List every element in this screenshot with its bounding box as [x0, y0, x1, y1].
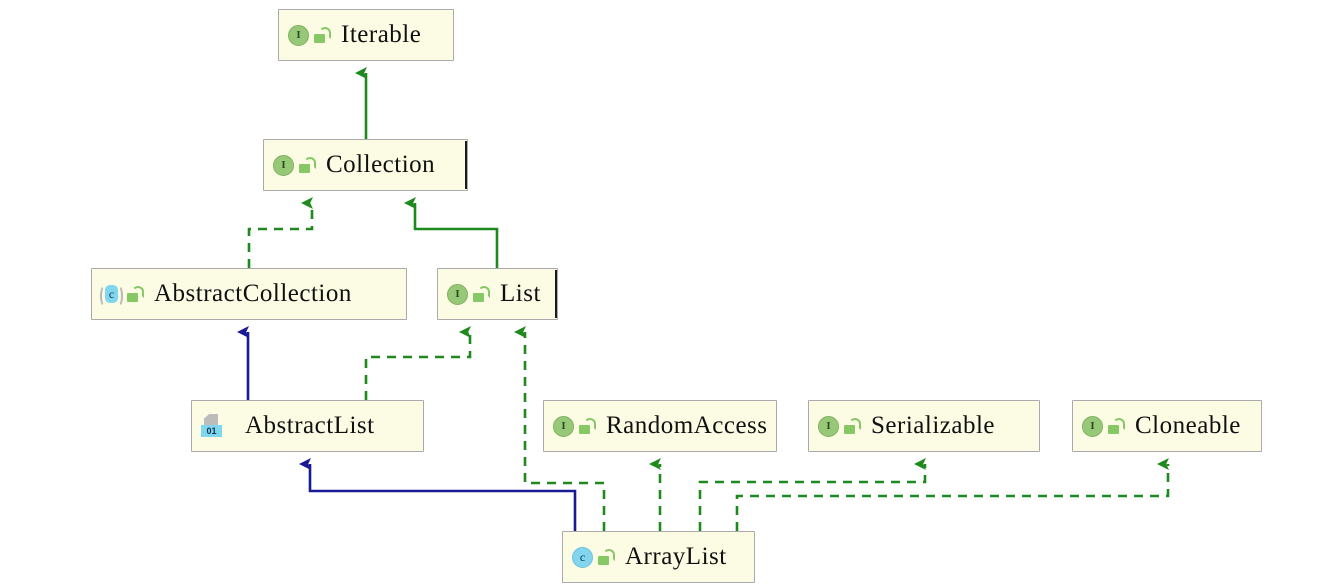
edge-arraylist-to-serializable [698, 458, 927, 531]
node-label: List [500, 279, 541, 307]
serializable-icon-group [818, 415, 861, 437]
unlocked-padlock-icon [579, 417, 596, 435]
interface-icon [553, 415, 574, 437]
node-collection[interactable]: Collection [263, 139, 468, 191]
node-serializable[interactable]: Serializable [808, 400, 1040, 452]
node-label: Cloneable [1135, 411, 1241, 439]
unlocked-padlock-icon [844, 417, 861, 435]
node-label: ArrayList [625, 542, 727, 570]
text-caret [465, 141, 467, 189]
iterable-icon-group [288, 24, 331, 46]
node-label: AbstractList [245, 411, 375, 439]
node-label: Collection [326, 150, 436, 178]
text-caret [555, 270, 557, 318]
node-cloneable[interactable]: Cloneable [1072, 400, 1262, 452]
node-random-access[interactable]: RandomAccess [543, 400, 777, 452]
node-label: RandomAccess [606, 411, 768, 439]
edge-abstractcollection-to-collection [247, 197, 314, 268]
unlocked-padlock-icon [473, 285, 490, 303]
uml-class-diagram-canvas: Iterable --> Collection --> Collection -… [0, 0, 1334, 588]
abstract-collection-icon-group [100, 284, 144, 307]
cloneable-icon-group [1082, 415, 1125, 437]
edge-list-to-collection [404, 197, 499, 268]
interface-icon [818, 415, 839, 437]
abstract-class-icon [100, 284, 123, 307]
edge-abstractlist-to-list [364, 326, 472, 400]
collection-icon-group [273, 154, 316, 176]
random-access-icon-group [553, 415, 596, 437]
unlocked-padlock-icon [1108, 417, 1125, 435]
node-label: Serializable [871, 411, 995, 439]
interface-icon [447, 283, 468, 305]
interface-icon [288, 24, 309, 46]
interface-icon [1082, 415, 1103, 437]
node-label: Iterable [341, 20, 422, 48]
unlocked-padlock-icon [314, 26, 331, 44]
node-abstract-collection[interactable]: AbstractCollection [91, 268, 407, 320]
node-list[interactable]: List [437, 268, 558, 320]
interface-icon [273, 154, 294, 176]
abstract-list-icon-group [201, 414, 223, 438]
node-label: AbstractCollection [154, 279, 352, 307]
unlocked-padlock-icon [127, 285, 144, 303]
node-iterable[interactable]: Iterable [278, 9, 454, 61]
list-icon-group [447, 283, 490, 305]
node-arraylist[interactable]: ArrayList [562, 531, 755, 583]
node-abstract-list[interactable]: AbstractList [191, 400, 424, 452]
unlocked-padlock-icon [299, 156, 316, 174]
edge-arraylist-to-cloneable [735, 458, 1170, 531]
arraylist-icon-group [572, 546, 615, 568]
unlocked-padlock-icon [598, 548, 615, 566]
binary-class-file-icon [201, 414, 223, 438]
edge-arraylist-to-abstractlist [299, 458, 577, 531]
class-icon [572, 546, 593, 568]
